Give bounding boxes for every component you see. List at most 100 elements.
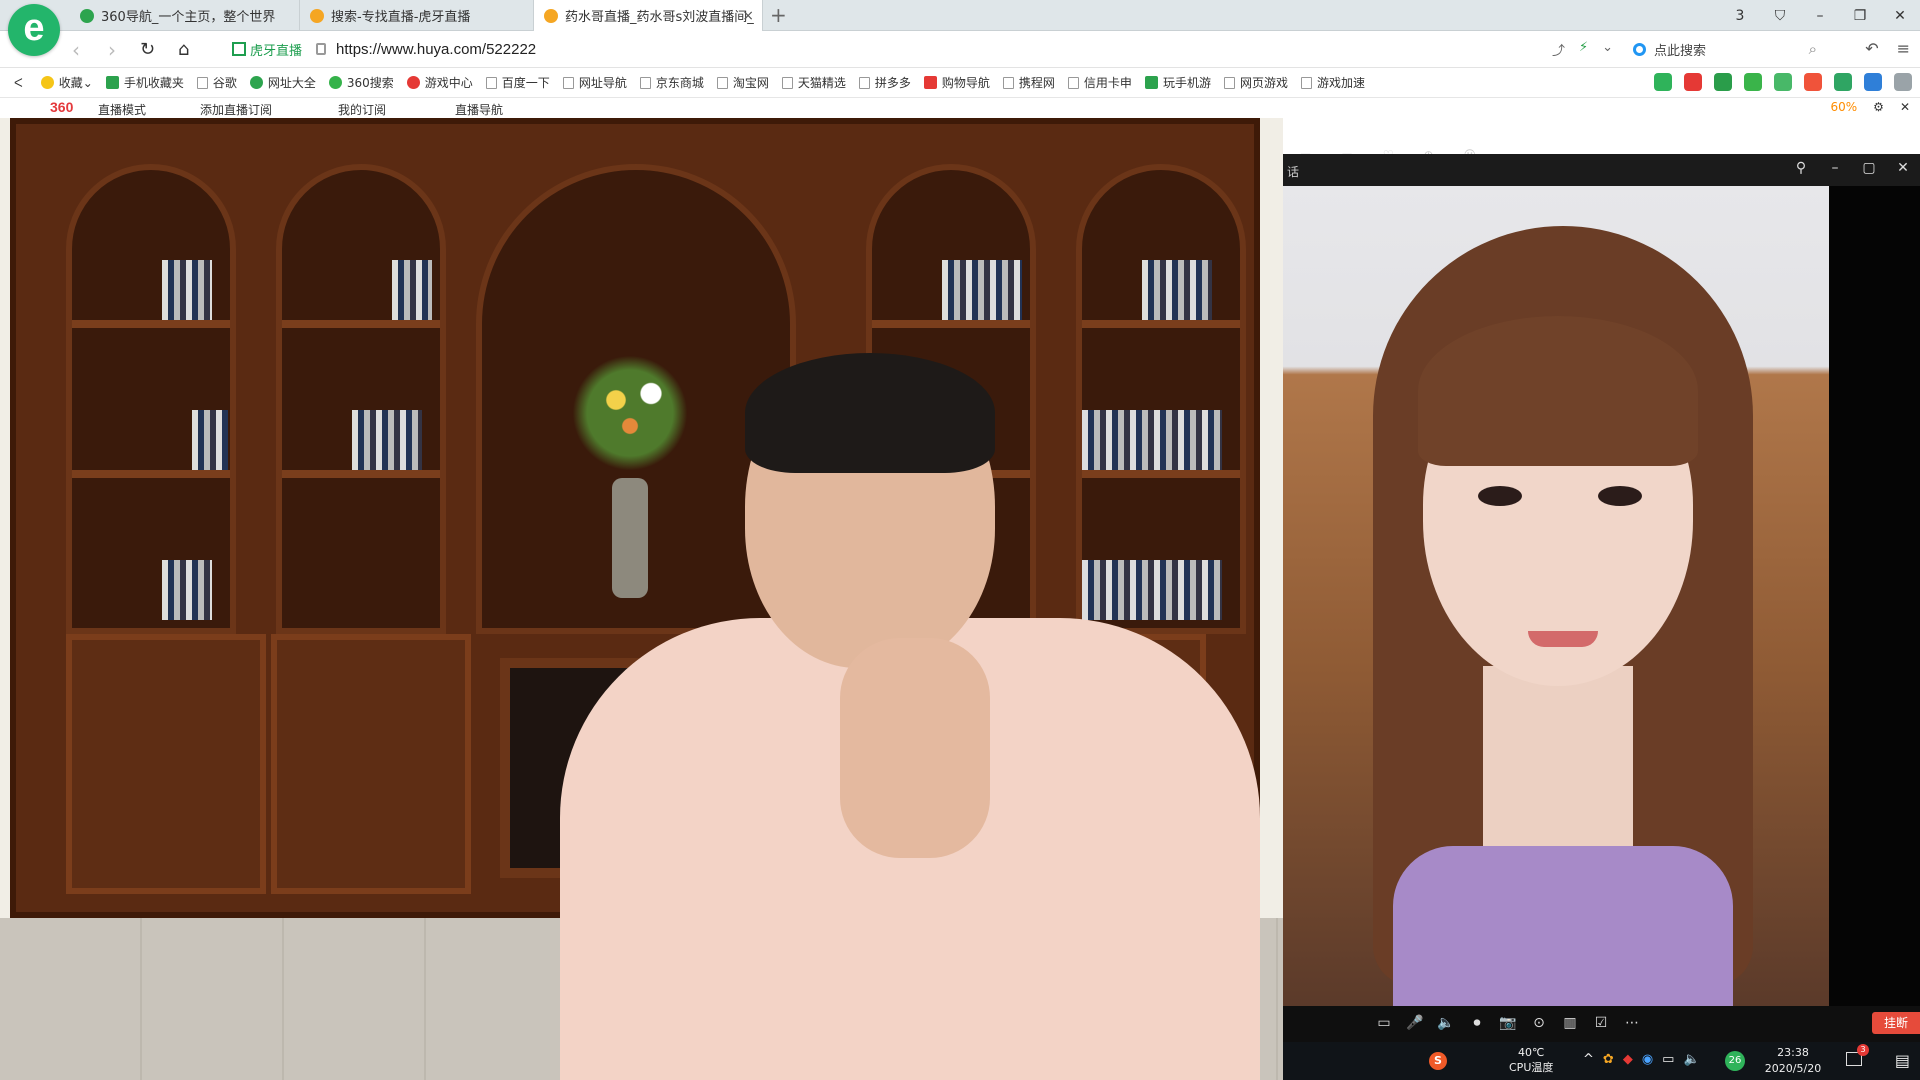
bookmark-tmall[interactable]: 天猫精选: [781, 74, 846, 91]
chat-icon[interactable]: ▭: [1375, 1015, 1393, 1031]
zoom-icon[interactable]: [1864, 73, 1882, 91]
back-icon[interactable]: ‹: [72, 38, 80, 62]
bookmark-ctrip[interactable]: 携程网: [1002, 74, 1055, 91]
tray-expand-icon[interactable]: ^: [1583, 1052, 1594, 1067]
bookmark-mobile[interactable]: 手机收藏夹: [105, 74, 184, 91]
restore-button[interactable]: ❐: [1840, 8, 1880, 24]
wechat-icon[interactable]: [1654, 73, 1672, 91]
forward-icon[interactable]: ›: [108, 38, 116, 62]
bookmark-favorites[interactable]: 收藏 ⌄: [40, 74, 93, 91]
bookmark-nav[interactable]: 网址导航: [562, 74, 627, 91]
network-icon[interactable]: ▭: [1662, 1052, 1674, 1067]
translate-icon[interactable]: [1774, 73, 1792, 91]
grid-icon[interactable]: [1894, 73, 1912, 91]
minimize-button[interactable]: –: [1800, 8, 1840, 24]
close-icon[interactable]: ✕: [1900, 100, 1910, 114]
tab-strip: 360导航_一个主页，整个世界 搜索-专找直播-虎牙直播 药水哥直播_药水哥s刘…: [0, 0, 1920, 32]
bookmark-label: 携程网: [1018, 76, 1055, 90]
bag-icon[interactable]: [1684, 73, 1702, 91]
bookmark-360-search[interactable]: 360搜索: [328, 74, 394, 91]
tab-title: 360导航_一个主页，整个世界: [101, 10, 276, 25]
gamepad-icon[interactable]: [1834, 73, 1852, 91]
tray-badge[interactable]: 26: [1725, 1051, 1745, 1071]
live-nav-link[interactable]: 直播导航: [455, 101, 503, 118]
bookmark-label: 拼多多: [874, 76, 911, 90]
tray-app-icon[interactable]: ◆: [1623, 1052, 1633, 1067]
url-text[interactable]: https://www.huya.com/522222: [336, 41, 536, 58]
clock[interactable]: 23:38 2020/5/20: [1753, 1045, 1833, 1077]
bookmark-credit-card[interactable]: 信用卡申: [1067, 74, 1132, 91]
bookmark-pinduoduo[interactable]: 拼多多: [858, 74, 911, 91]
layout-icon[interactable]: ▥: [1561, 1015, 1579, 1031]
bookmark-sites[interactable]: 网址大全: [249, 74, 316, 91]
sogou-ime-icon[interactable]: S: [1429, 1052, 1447, 1070]
chevron-down-icon[interactable]: ⌄: [1602, 40, 1613, 59]
url-field[interactable]: 虎牙直播 https://www.huya.com/522222: [232, 37, 536, 61]
bookmark-baidu[interactable]: 百度一下: [485, 74, 550, 91]
tray-app-icon[interactable]: ✿: [1603, 1052, 1614, 1067]
browser-logo-icon[interactable]: e: [8, 4, 60, 56]
call-video[interactable]: [1283, 186, 1829, 1006]
pin-icon[interactable]: ⚲: [1784, 160, 1818, 176]
bookmark-games[interactable]: 游戏中心: [406, 74, 473, 91]
scissors-icon[interactable]: [1804, 73, 1822, 91]
bookmark-mobile-games[interactable]: 玩手机游: [1144, 74, 1211, 91]
screenshot-icon[interactable]: 📷: [1499, 1015, 1517, 1031]
add-subscription-link[interactable]: 添加直播订阅: [200, 101, 272, 118]
record-icon[interactable]: ⊙: [1530, 1015, 1548, 1031]
shield-icon[interactable]: [1744, 73, 1762, 91]
search-icon[interactable]: ⌕: [1809, 40, 1817, 58]
call-close-button[interactable]: ✕: [1886, 160, 1920, 176]
microphone-icon[interactable]: 🎤: [1406, 1015, 1424, 1031]
bookmark-google[interactable]: 谷歌: [196, 74, 237, 91]
my-subscriptions-link[interactable]: 我的订阅: [338, 101, 386, 118]
bookmark-jd[interactable]: 京东商城: [639, 74, 704, 91]
bookmark-label: 京东商城: [655, 76, 704, 90]
bookmark-shopping[interactable]: 购物导航: [923, 74, 990, 91]
caller-bangs: [1418, 316, 1698, 466]
bookmark-taobao[interactable]: 淘宝网: [716, 74, 769, 91]
more-icon[interactable]: ⋯: [1623, 1015, 1641, 1031]
bookmark-label: 网页游戏: [1239, 76, 1288, 90]
lightning-icon[interactable]: ⚡: [1579, 40, 1588, 59]
huya-favicon-icon: [544, 8, 558, 23]
call-minimize-button[interactable]: –: [1818, 160, 1852, 176]
bookmark-game-boost[interactable]: 游戏加速: [1300, 74, 1365, 91]
camera-off-icon[interactable]: ⏺: [1468, 1015, 1486, 1031]
tab-title: 药水哥直播_药水哥s刘波直播间_: [565, 10, 754, 25]
tab-huya-stream[interactable]: 药水哥直播_药水哥s刘波直播间_ ×: [534, 0, 763, 32]
home-icon[interactable]: ⌂: [178, 39, 189, 60]
page-icon: [781, 76, 793, 89]
undo-icon[interactable]: ↶: [1865, 39, 1878, 58]
close-tab-icon[interactable]: ×: [742, 8, 754, 24]
volume-icon[interactable]: 🔈: [1683, 1052, 1699, 1067]
new-tab-button[interactable]: +: [770, 3, 787, 27]
call-window-controls: ⚲ – ▢ ✕: [1784, 160, 1920, 176]
stream-video[interactable]: [0, 118, 1283, 1080]
edit-icon[interactable]: ☑: [1592, 1015, 1610, 1031]
reload-icon[interactable]: ↻: [140, 39, 155, 60]
page-icon: [639, 76, 651, 89]
live-mode-label[interactable]: 直播模式: [98, 101, 146, 118]
bookmark-label: 网址导航: [578, 76, 627, 90]
tab-360-navigation[interactable]: 360导航_一个主页，整个世界: [70, 0, 300, 31]
caller-mouth: [1528, 631, 1598, 647]
search-input[interactable]: 点此搜索 ⌕: [1633, 36, 1817, 62]
call-maximize-button[interactable]: ▢: [1852, 160, 1886, 176]
bookmark-web-games[interactable]: 网页游戏: [1223, 74, 1288, 91]
bookmarks-toggle-icon[interactable]: ᐸ: [14, 76, 23, 90]
wallet-icon[interactable]: [1714, 73, 1732, 91]
skin-icon[interactable]: ⛉: [1760, 8, 1800, 24]
action-center-icon[interactable]: ▤: [1895, 1051, 1910, 1070]
page-icon: [1067, 76, 1079, 89]
tab-count-button[interactable]: 3: [1720, 8, 1760, 24]
tray-app-icon[interactable]: ◉: [1642, 1052, 1653, 1067]
menu-icon[interactable]: ≡: [1897, 39, 1910, 58]
speaker-icon[interactable]: 🔈: [1437, 1015, 1455, 1031]
tab-huya-search[interactable]: 搜索-专找直播-虎牙直播: [300, 0, 534, 31]
close-window-button[interactable]: ✕: [1880, 8, 1920, 24]
hangup-button[interactable]: 挂断: [1872, 1012, 1920, 1034]
bookmark-label: 游戏中心: [424, 76, 473, 90]
share-icon[interactable]: ⤴: [1552, 40, 1565, 59]
settings-icon[interactable]: ⚙: [1873, 100, 1884, 114]
